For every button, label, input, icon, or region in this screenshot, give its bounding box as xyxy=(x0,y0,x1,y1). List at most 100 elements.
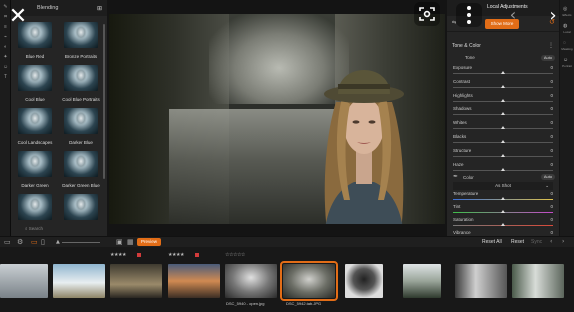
eyedropper-icon[interactable]: ✒ xyxy=(453,173,458,180)
slider-saturation[interactable]: Saturation 0 xyxy=(453,214,553,228)
rating-stars[interactable]: ★★★★ xyxy=(110,252,126,258)
close-button[interactable]: ✕ xyxy=(6,4,30,29)
slider-value[interactable]: 0 xyxy=(550,230,553,235)
photo-canvas[interactable] xyxy=(109,14,445,224)
slider-temperature[interactable]: Temperature 0 xyxy=(453,188,553,202)
rating-stars[interactable]: ★★★★ xyxy=(168,252,184,258)
slider-value[interactable]: 0 xyxy=(550,148,553,153)
preview-button[interactable]: Preview xyxy=(137,238,161,246)
preset-item[interactable]: Bronze Portraits xyxy=(61,22,101,65)
next-chevron-button[interactable]: › xyxy=(540,3,566,27)
slider-whites[interactable]: Whites 0 xyxy=(453,117,553,131)
color-flag[interactable] xyxy=(137,253,141,257)
zoom-triangle-icon[interactable]: ▲ xyxy=(56,239,60,245)
retouch-tool-icon[interactable]: ✦ xyxy=(1,54,10,60)
brush-tool-icon[interactable]: ⌁ xyxy=(1,34,10,40)
slider-knob[interactable] xyxy=(501,223,505,226)
filmstrip-thumbnail[interactable] xyxy=(455,264,507,298)
preset-item[interactable] xyxy=(61,194,101,237)
slider-knob[interactable] xyxy=(501,98,505,102)
slider-label: Haze xyxy=(453,161,464,167)
slider-contrast[interactable]: Contrast 0 xyxy=(453,76,553,90)
slider-knob[interactable] xyxy=(501,140,505,143)
preset-item[interactable]: Darker Blue xyxy=(61,108,101,151)
filmstrip-thumbnail[interactable] xyxy=(53,264,105,298)
more-options-button[interactable] xyxy=(456,3,482,27)
preset-item[interactable]: Cool Landscapes xyxy=(15,108,55,151)
slider-tint[interactable]: Tint 0 xyxy=(453,201,553,215)
slider-structure[interactable]: Structure 0 xyxy=(453,145,553,159)
panel-menu-icon[interactable]: ⊞ xyxy=(97,5,103,12)
slider-value[interactable]: 0 xyxy=(550,217,553,222)
slider-knob[interactable] xyxy=(501,167,505,171)
preset-item[interactable]: Cool Blue Portraits xyxy=(61,65,101,108)
reset-all-button[interactable]: Reset All xyxy=(482,239,502,245)
slider-blacks[interactable]: Blacks 0 xyxy=(453,131,553,145)
slider-knob[interactable] xyxy=(501,153,505,157)
slider-haze[interactable]: Haze 0 xyxy=(453,159,553,173)
rating-stars[interactable]: ☆☆☆☆☆ xyxy=(225,252,245,258)
section-title[interactable]: Tone & Color xyxy=(452,43,481,49)
filmstrip-thumbnail[interactable] xyxy=(512,264,564,298)
filmstrip-thumbnail[interactable] xyxy=(345,264,383,298)
settings-gear-icon[interactable]: ⚙ xyxy=(17,238,23,246)
zoom-slider[interactable] xyxy=(62,242,100,243)
filmstrip-thumbnail-selected[interactable] xyxy=(280,261,338,301)
person-tool-icon[interactable]: ☺ xyxy=(1,64,10,70)
slider-knob[interactable] xyxy=(501,71,505,74)
slider-value[interactable]: 0 xyxy=(550,191,553,196)
color-auto-button[interactable]: Auto xyxy=(541,174,555,180)
preset-item[interactable]: Darker Green xyxy=(15,151,55,194)
scan-button[interactable] xyxy=(414,2,440,26)
slider-shadows[interactable]: Shadows 0 xyxy=(453,103,553,117)
masking-module-icon[interactable]: ◌ xyxy=(563,40,571,46)
slider-knob[interactable] xyxy=(501,210,505,213)
slider-value[interactable]: 0 xyxy=(550,65,553,70)
back-chevron-button[interactable]: ‹ xyxy=(504,3,522,25)
next-image-icon[interactable]: › xyxy=(562,238,564,245)
split-view-icon[interactable]: ▯ xyxy=(41,238,45,246)
panel-toggle-icon[interactable]: ▭ xyxy=(4,238,11,246)
slider-knob[interactable] xyxy=(501,126,505,130)
preset-scrollbar[interactable] xyxy=(103,24,105,179)
text-tool-icon[interactable]: T xyxy=(1,74,10,80)
preset-thumbnail xyxy=(18,65,52,91)
slider-label: Shadows xyxy=(453,106,472,112)
slider-value[interactable]: 0 xyxy=(550,120,553,125)
grid-view-icon[interactable]: ▦ xyxy=(127,238,134,246)
preset-name: Bronze Portraits xyxy=(64,54,98,59)
slider-label: Tint xyxy=(453,204,461,209)
filmstrip-thumbnail[interactable] xyxy=(403,264,441,298)
section-menu-icon[interactable]: ⋮ xyxy=(548,42,554,49)
slider-value[interactable]: 0 xyxy=(550,204,553,209)
prev-image-icon[interactable]: ‹ xyxy=(550,238,552,245)
slider-knob[interactable] xyxy=(501,197,505,200)
slider-value[interactable]: 0 xyxy=(550,134,553,139)
preset-search[interactable]: ⌕ Search xyxy=(25,226,43,231)
gradient-tool-icon[interactable]: ◐ xyxy=(1,44,10,50)
preset-item[interactable]: Darker Green Blue xyxy=(61,151,101,194)
module-label: Local xyxy=(563,30,571,34)
slider-highlights[interactable]: Highlights 0 xyxy=(453,90,553,104)
image-view-icon[interactable]: ▣ xyxy=(116,238,123,246)
portrait-module-icon[interactable]: ☺ xyxy=(563,57,571,63)
filmstrip-thumbnail[interactable] xyxy=(168,264,220,298)
slider-value[interactable]: 0 xyxy=(550,162,553,167)
slider-knob[interactable] xyxy=(501,112,505,116)
slider-value[interactable]: 0 xyxy=(550,106,553,111)
reset-button[interactable]: Reset xyxy=(511,239,524,245)
slider-value[interactable]: 0 xyxy=(550,79,553,84)
slider-value[interactable]: 0 xyxy=(550,93,553,98)
preset-item[interactable]: Cool Blue xyxy=(15,65,55,108)
tone-auto-button[interactable]: Auto xyxy=(541,55,555,61)
slider-knob[interactable] xyxy=(501,84,505,88)
filmstrip-thumbnail[interactable] xyxy=(225,264,277,298)
filmstrip-thumbnail[interactable] xyxy=(110,264,162,298)
filmstrip: ★★★★ ★★★★ ☆☆☆☆☆ DSC_5940 - open.jpg DSC_… xyxy=(0,247,574,312)
slider-exposure[interactable]: Exposure 0 xyxy=(453,62,553,76)
preset-thumbnail xyxy=(18,194,52,220)
compare-view-icon[interactable]: ▭ xyxy=(31,238,38,246)
color-flag[interactable] xyxy=(195,253,199,257)
filmstrip-thumbnail[interactable] xyxy=(0,264,48,298)
sync-button[interactable]: Sync xyxy=(531,239,542,245)
